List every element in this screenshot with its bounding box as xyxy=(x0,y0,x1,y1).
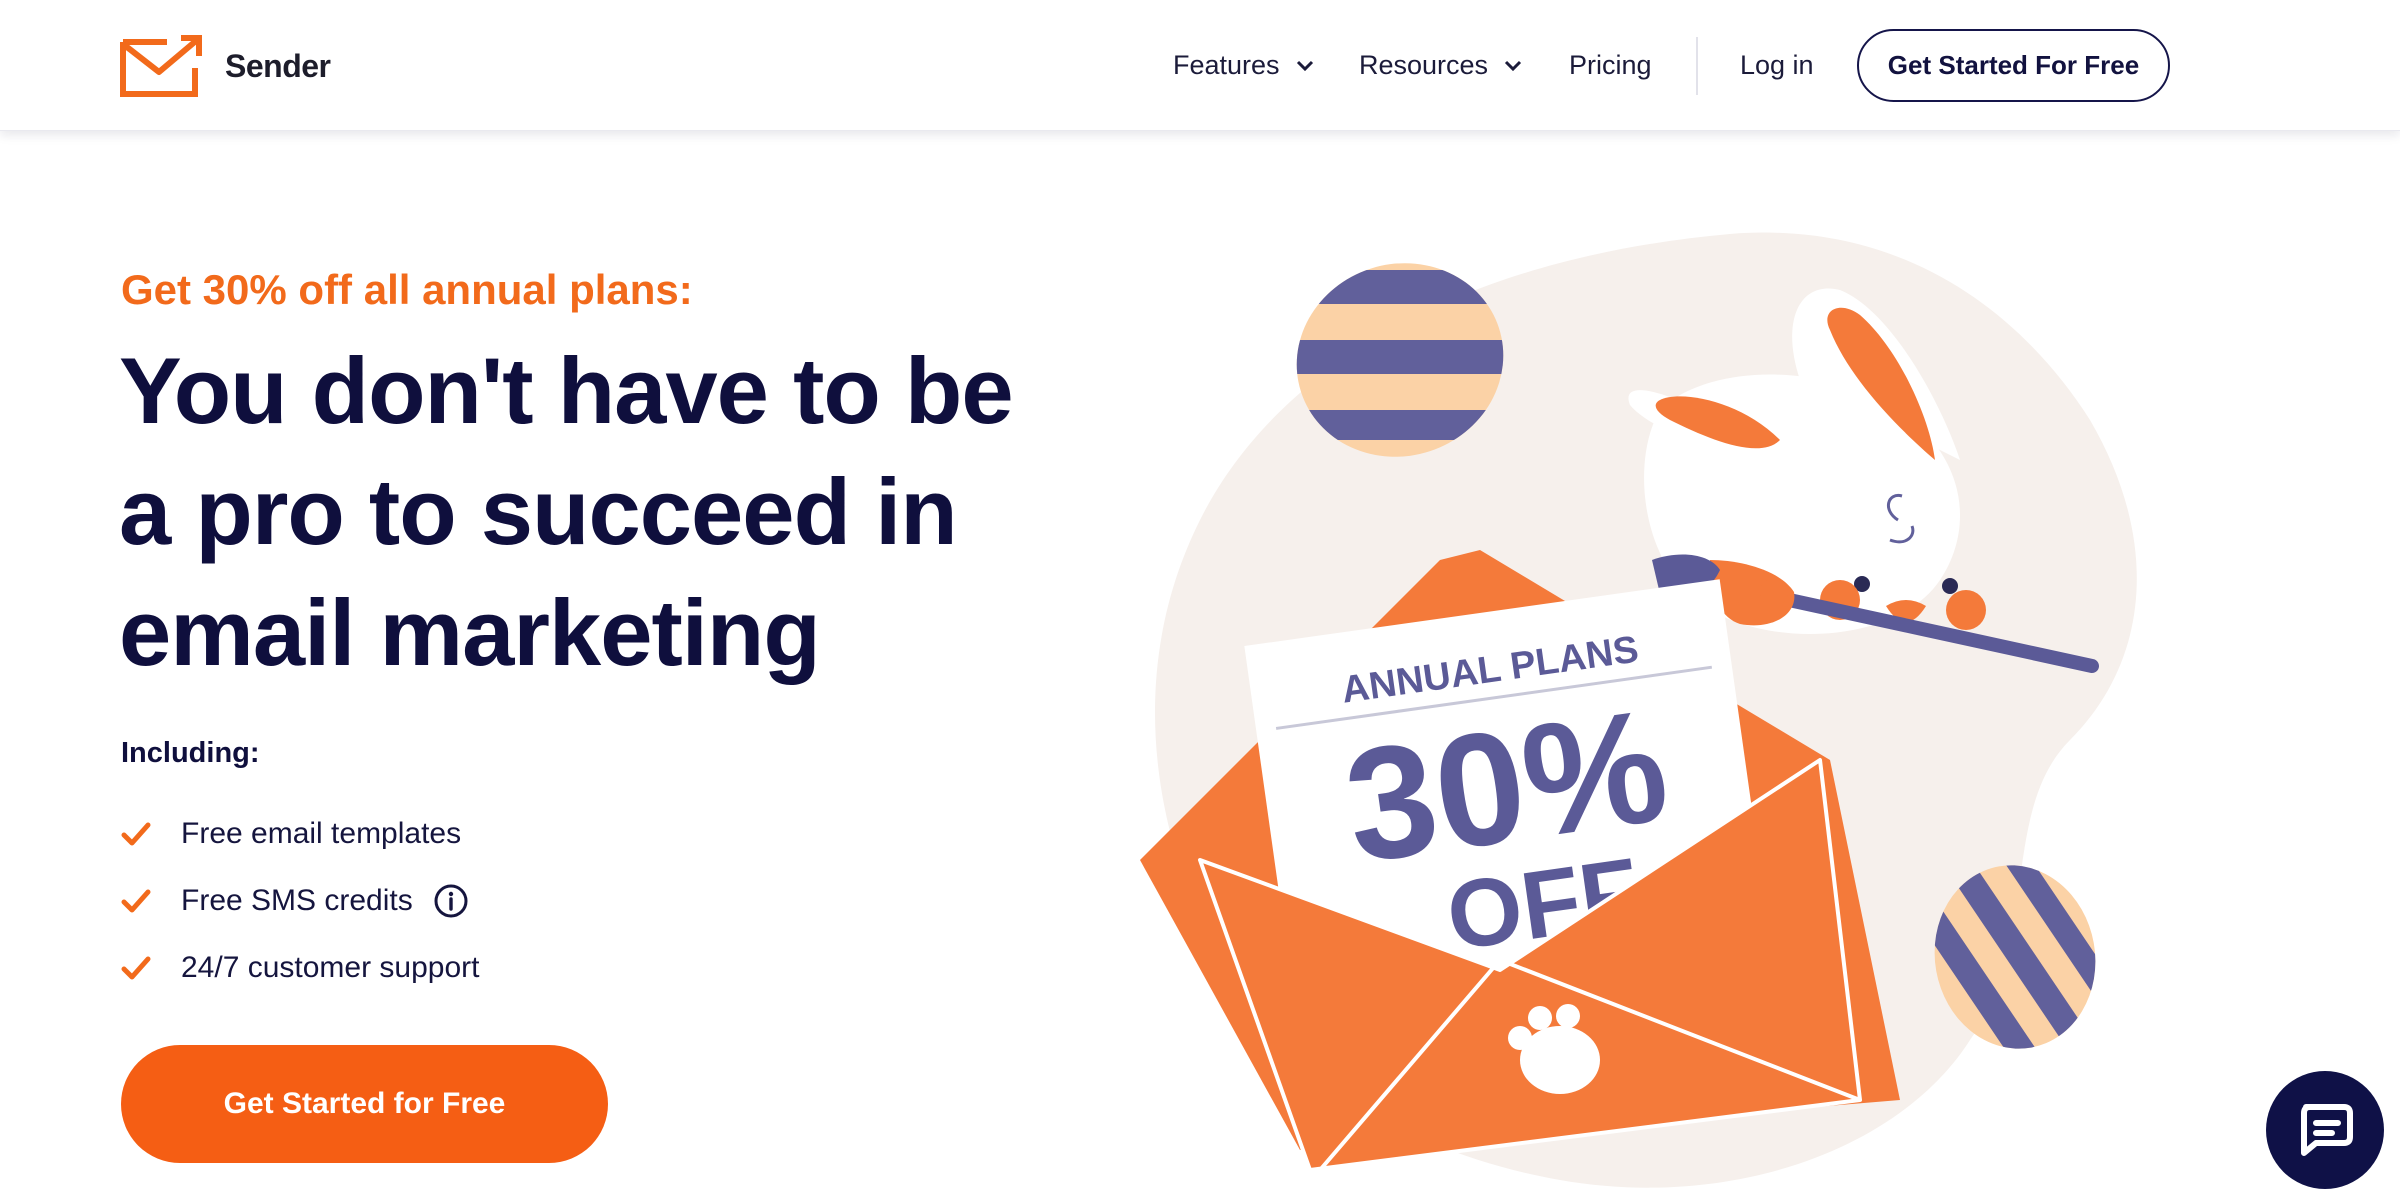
nav-resources-label: Resources xyxy=(1359,50,1489,80)
check-icon xyxy=(121,889,151,912)
chevron-down-icon xyxy=(1505,60,1522,71)
promo-text: Get 30% off all annual plans: xyxy=(121,266,693,313)
headline-line-2: a pro to succeed in xyxy=(119,459,958,564)
nav-pricing-label: Pricing xyxy=(1569,50,1652,80)
feature-label: 24/7 customer support xyxy=(181,950,480,984)
list-item: Free SMS credits xyxy=(121,867,480,934)
nav-divider xyxy=(1696,37,1698,95)
login-link[interactable]: Log in xyxy=(1740,0,1814,131)
feature-label: Free email templates xyxy=(181,816,462,850)
check-icon xyxy=(121,956,151,979)
logo-text: Sender xyxy=(225,47,331,84)
feature-list: Free email templates Free SMS credits 24… xyxy=(121,800,480,1001)
info-icon[interactable] xyxy=(433,883,469,919)
nav-resources[interactable]: Resources xyxy=(1359,0,1522,131)
list-item: Free email templates xyxy=(121,800,480,867)
envelope-arrow-icon xyxy=(120,35,202,97)
chat-bubble-icon xyxy=(2301,1104,2353,1156)
nav-features[interactable]: Features xyxy=(1173,0,1314,131)
chevron-down-icon xyxy=(1296,60,1313,71)
feature-label: Free SMS credits xyxy=(181,883,413,917)
login-label: Log in xyxy=(1740,50,1814,80)
header-get-started-button[interactable]: Get Started For Free xyxy=(1857,29,2170,102)
including-label: Including: xyxy=(121,737,260,769)
headline-line-3: email marketing xyxy=(119,580,821,685)
get-started-button[interactable]: Get Started for Free xyxy=(121,1045,608,1163)
logo[interactable]: Sender xyxy=(119,34,331,98)
check-icon xyxy=(121,822,151,845)
easter-promo-illustration: ANNUAL PLANS 30% OFF xyxy=(1140,232,2137,1188)
chat-widget-button[interactable] xyxy=(2266,1071,2384,1189)
nav-features-label: Features xyxy=(1173,50,1280,80)
nav-pricing[interactable]: Pricing xyxy=(1569,0,1652,131)
list-item: 24/7 customer support xyxy=(121,934,480,1001)
site-header: Sender Features Resources Pricing Log in… xyxy=(0,0,2400,131)
page-title: You don't have to be a pro to succeed in… xyxy=(119,330,1059,693)
headline-line-1: You don't have to be xyxy=(119,338,1014,443)
